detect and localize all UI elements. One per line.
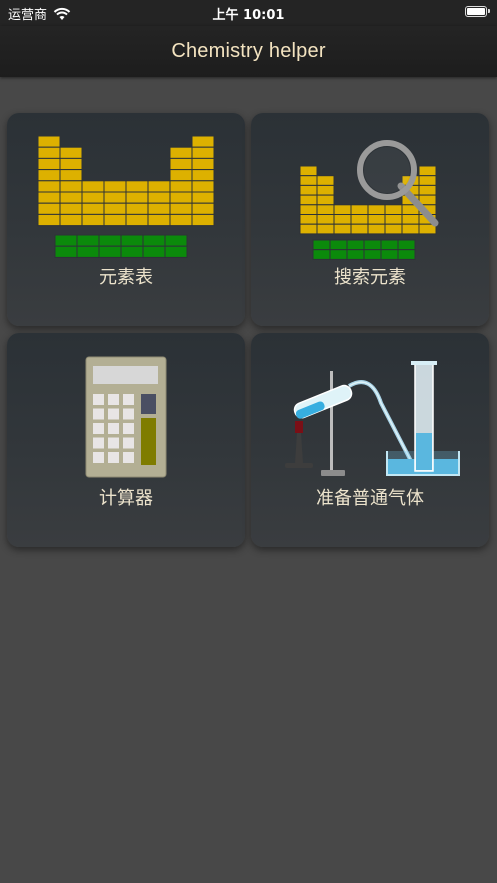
prepare-gases-tile[interactable]: 准备普通气体 [251, 333, 489, 547]
periodic-table-tile[interactable]: 元素表 [7, 113, 245, 326]
gas-apparatus-icon [285, 361, 460, 476]
navigation-bar: Chemistry helper [0, 26, 497, 77]
tile-label-prepare-gases: 准备普通气体 [316, 488, 424, 509]
tile-label-search-element: 搜索元素 [334, 267, 406, 288]
page-title: Chemistry helper [171, 40, 326, 62]
element-search-icon [299, 140, 439, 260]
periodic-table-icon [37, 135, 215, 258]
status-time: 上午 10:01 [212, 8, 285, 23]
calculator-tile[interactable]: 计算器 [7, 333, 245, 547]
calculator-icon [85, 356, 167, 478]
tile-label-calculator: 计算器 [99, 488, 153, 509]
battery-icon [465, 6, 490, 17]
search-element-tile[interactable]: 搜索元素 [251, 113, 489, 326]
status-bar: 运营商 上午 10:01 [0, 0, 497, 26]
tile-label-periodic-table: 元素表 [99, 267, 153, 288]
